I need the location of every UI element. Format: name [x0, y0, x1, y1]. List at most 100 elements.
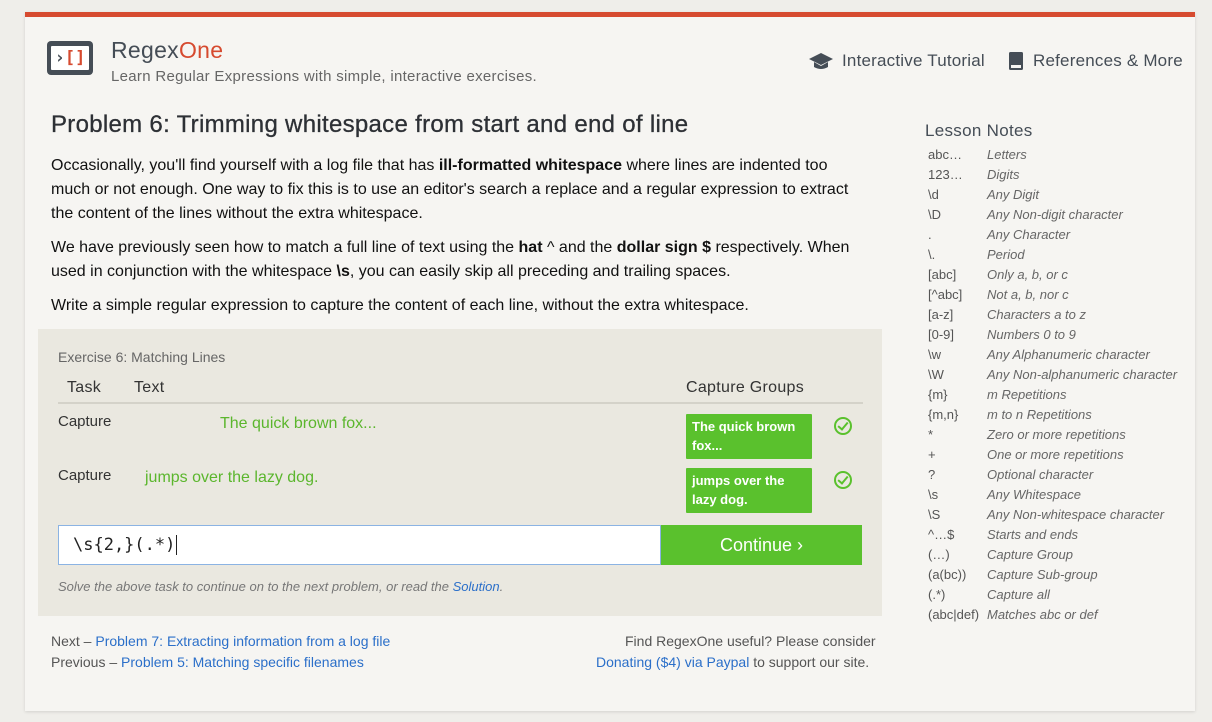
note-symbol: (abc|def) — [928, 607, 980, 622]
text: Previous – — [51, 654, 122, 670]
text: . — [499, 579, 504, 594]
tagline: Learn Regular Expressions with simple, i… — [111, 68, 537, 85]
column-header-capture: Capture Groups — [686, 379, 805, 396]
regex-input[interactable]: \s{2,}(.*) — [58, 525, 661, 565]
brand-one: One — [178, 37, 224, 63]
note-symbol: \D — [928, 207, 941, 222]
task-paragraph: Write a simple regular expression to cap… — [51, 297, 749, 314]
note-description: Period — [987, 247, 1025, 262]
lesson-note-item: * Zero or more repetitions — [928, 425, 1198, 445]
note-description: Letters — [987, 147, 1027, 162]
next-problem: Next – Problem 7: Extracting information… — [51, 633, 390, 649]
note-symbol: [a-z] — [928, 307, 954, 322]
lesson-note-item: [abc] Only a, b, or c — [928, 265, 1198, 285]
note-description: Any Non-whitespace character — [987, 507, 1165, 522]
lesson-note-item: (abc|def) Matches abc or def — [928, 605, 1198, 625]
bold-text: ill-formatted whitespace — [438, 157, 622, 174]
check-icon — [834, 417, 852, 435]
note-symbol: ^…$ — [928, 527, 955, 542]
lesson-note-item: ? Optional character — [928, 465, 1198, 485]
lesson-note-item: \D Any Non-digit character — [928, 205, 1198, 225]
note-description: m Repetitions — [987, 387, 1067, 402]
note-symbol: \d — [928, 187, 939, 202]
lesson-note-item: (.*) Capture all — [928, 585, 1198, 605]
text: , you can easily skip all preceding and … — [349, 263, 731, 280]
donate-text: Find RegexOne useful? Please consider — [625, 633, 876, 649]
note-symbol: \S — [928, 507, 941, 522]
test-text: The quick brown fox... — [220, 415, 377, 432]
previous-problem-link[interactable]: Problem 5: Matching specific filenames — [121, 654, 364, 670]
hint-text: Solve the above task to continue on to t… — [58, 579, 503, 594]
note-description: Any Alphanumeric character — [987, 347, 1150, 362]
note-symbol: \W — [928, 367, 944, 382]
note-symbol: [abc] — [928, 267, 957, 282]
exercise-panel: Exercise 6: Matching Lines Task Text Cap… — [38, 329, 882, 616]
page: ›[] RegexOne Learn Regular Expressions w… — [25, 12, 1195, 711]
lesson-note-item: (…) Capture Group — [928, 545, 1198, 565]
book-icon — [1009, 52, 1023, 70]
text: Solve the above task to continue on to t… — [58, 579, 453, 594]
note-symbol: [0-9] — [928, 327, 955, 342]
note-symbol: (.*) — [928, 587, 946, 602]
note-description: Only a, b, or c — [987, 267, 1068, 282]
lesson-note-item: \d Any Digit — [928, 185, 1198, 205]
lesson-note-item: \. Period — [928, 245, 1198, 265]
note-description: Capture Sub-group — [987, 567, 1098, 582]
lesson-note-item: 123… Digits — [928, 165, 1198, 185]
note-symbol: * — [928, 427, 934, 442]
nav-interactive-tutorial[interactable]: Interactive Tutorial — [809, 51, 985, 71]
note-description: Optional character — [987, 467, 1094, 482]
test-text: jumps over the lazy dog. — [145, 469, 319, 486]
lesson-note-item: [a-z] Characters a to z — [928, 305, 1198, 325]
note-symbol: + — [928, 447, 936, 462]
note-description: Not a, b, nor c — [987, 287, 1069, 302]
lesson-note-item: + One or more repetitions — [928, 445, 1198, 465]
note-symbol: {m,n} — [928, 407, 959, 422]
logo-icon[interactable]: ›[] — [47, 41, 93, 75]
text-cursor — [176, 535, 178, 555]
note-symbol: abc… — [928, 147, 962, 162]
nav-references[interactable]: References & More — [1008, 51, 1183, 71]
note-description: Digits — [987, 167, 1020, 182]
exercise-title: Exercise 6: Matching Lines — [58, 349, 226, 365]
lesson-notes-list: abc… Letters 123… Digits \d Any Digit \D Any No… — [928, 145, 1198, 625]
note-description: Capture Group — [987, 547, 1073, 562]
text: Next – — [51, 633, 96, 649]
note-symbol: . — [928, 227, 932, 242]
donate-line: Donating ($4) via Paypal to support our … — [596, 654, 869, 670]
lesson-notes-title: Lesson Notes — [925, 121, 1033, 140]
note-symbol: ? — [928, 467, 936, 482]
text: to support our site. — [749, 654, 870, 670]
note-description: Characters a to z — [987, 307, 1086, 322]
lesson-note-item: [0-9] Numbers 0 to 9 — [928, 325, 1198, 345]
note-description: One or more repetitions — [987, 447, 1124, 462]
lesson-note-item: {m} m Repetitions — [928, 385, 1198, 405]
bold-text: dollar sign $ — [616, 239, 711, 256]
text: Occasionally, you'll find yourself with … — [51, 157, 439, 174]
check-icon — [834, 471, 852, 489]
continue-button[interactable]: Continue › — [661, 525, 862, 565]
note-description: Matches abc or def — [987, 607, 1098, 622]
text: We have previously seen how to match a f… — [51, 239, 519, 256]
column-header-task: Task — [67, 379, 102, 396]
donate-link[interactable]: Donating ($4) via Paypal — [596, 654, 749, 670]
brand-regex: Regex — [111, 37, 179, 63]
graduation-cap-icon — [809, 53, 833, 69]
note-description: Any Non-digit character — [987, 207, 1123, 222]
note-description: m to n Repetitions — [987, 407, 1092, 422]
note-description: Any Character — [987, 227, 1071, 242]
next-problem-link[interactable]: Problem 7: Extracting information from a… — [95, 633, 390, 649]
note-symbol: (…) — [928, 547, 950, 562]
brand-name[interactable]: RegexOne — [111, 37, 223, 64]
lesson-note-item: \S Any Non-whitespace character — [928, 505, 1198, 525]
note-symbol: {m} — [928, 387, 948, 402]
lesson-note-item: (a(bc)) Capture Sub-group — [928, 565, 1198, 585]
solution-link[interactable]: Solution — [453, 579, 500, 594]
lesson-note-item: {m,n} m to n Repetitions — [928, 405, 1198, 425]
task-label: Capture — [58, 467, 112, 484]
note-description: Any Non-alphanumeric character — [987, 367, 1178, 382]
note-symbol: \. — [928, 247, 936, 262]
capture-group-result: jumps over the lazy dog. — [686, 468, 812, 513]
task-label: Capture — [58, 413, 112, 430]
regex-input-value: \s{2,}(.*) — [73, 535, 176, 555]
